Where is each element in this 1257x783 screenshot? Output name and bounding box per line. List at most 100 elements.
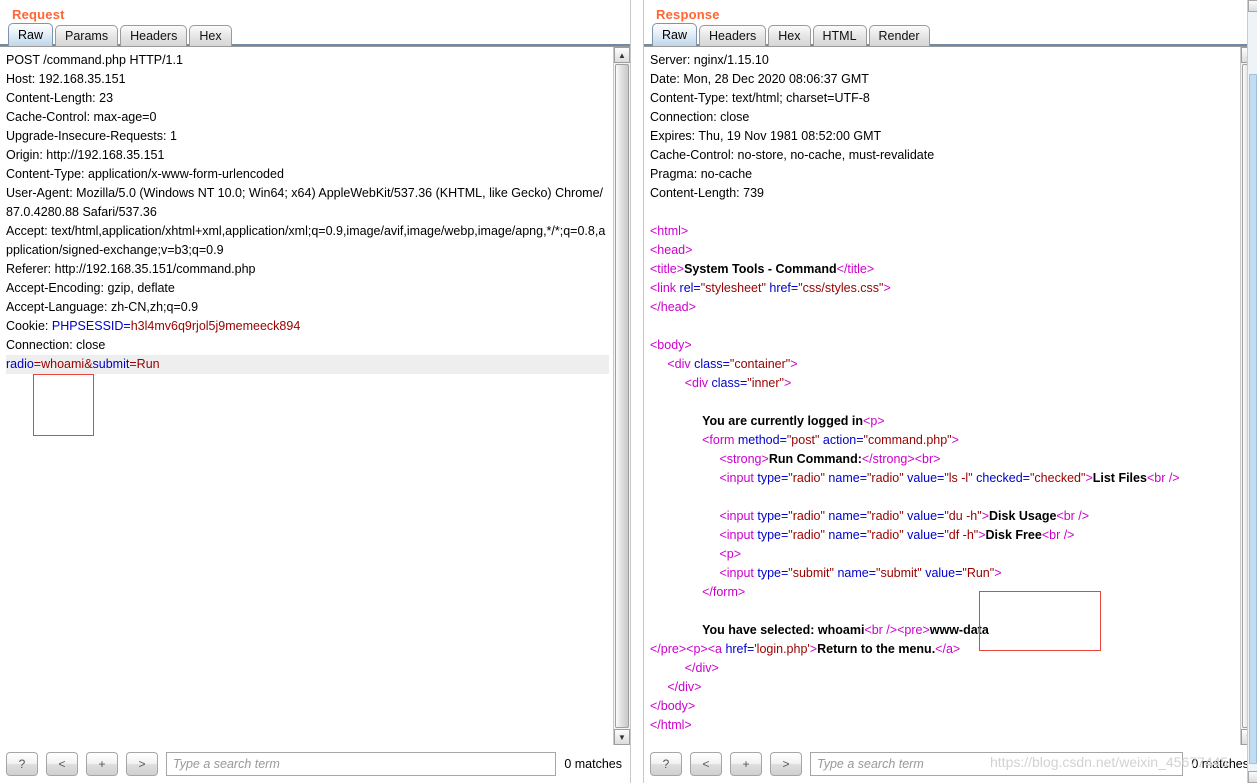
text-list-files: List Files xyxy=(1092,471,1147,485)
response-prev-match-button[interactable]: < xyxy=(690,752,722,776)
attr-name-submit: name= xyxy=(833,566,877,580)
tag-input-ls-bracket: > xyxy=(1085,471,1093,485)
tab-response-render[interactable]: Render xyxy=(868,25,930,46)
tag-form-bracket: > xyxy=(951,433,959,447)
tag-pre-close: </pre> xyxy=(650,642,687,656)
attr-type-df: type= xyxy=(753,528,789,542)
tag-input-du-bracket: > xyxy=(981,509,990,523)
response-panel-title: Response xyxy=(656,7,720,22)
tab-request-params[interactable]: Params xyxy=(55,25,119,46)
scroll-up-icon[interactable]: ▲ xyxy=(614,47,630,63)
tag-p-2: <p> xyxy=(719,547,742,561)
tab-request-headers[interactable]: Headers xyxy=(120,25,188,46)
tag-input-submit: <input xyxy=(719,566,754,580)
tag-div-inner-open: <div xyxy=(684,376,709,390)
response-next-match-button[interactable]: > xyxy=(770,752,802,776)
request-next-match-button[interactable]: > xyxy=(126,752,158,776)
tag-form-open: <form xyxy=(702,433,735,447)
request-prev-match-button[interactable]: < xyxy=(46,752,78,776)
tag-input-ls: <input xyxy=(719,471,754,485)
pane-splitter[interactable] xyxy=(630,0,644,783)
request-help-button[interactable]: ? xyxy=(6,752,38,776)
val-method-post: "post" xyxy=(786,433,820,447)
val-href: "css/styles.css" xyxy=(798,281,884,295)
tab-request-hex[interactable]: Hex xyxy=(189,25,232,46)
val-class-container: "container" xyxy=(729,357,791,371)
tag-head-close: </head> xyxy=(650,300,696,314)
attr-value-ls: value= xyxy=(903,471,945,485)
attr-value-df: value= xyxy=(903,528,945,542)
tag-p-1: <p> xyxy=(863,414,885,428)
tab-request-raw[interactable]: Raw xyxy=(8,23,54,46)
request-vertical-scrollbar[interactable]: ▲ ▼ xyxy=(613,47,630,745)
tag-title-close: </title> xyxy=(836,262,875,276)
request-tabstrip: Raw Params Headers Hex xyxy=(0,20,630,46)
attr-method: method= xyxy=(734,433,787,447)
response-help-button[interactable]: ? xyxy=(650,752,682,776)
tag-body-close: </body> xyxy=(650,699,696,713)
request-add-search-button[interactable]: + xyxy=(86,752,118,776)
tab-response-raw[interactable]: Raw xyxy=(652,23,698,46)
attr-name-du: name= xyxy=(824,509,867,523)
response-editor-content[interactable]: Server: nginx/1.15.10 Date: Mon, 28 Dec … xyxy=(644,47,1240,745)
window-vertical-scrollbar[interactable] xyxy=(1247,0,1257,783)
response-search-bar: ? < + > 0 matches https://blog.csdn.net/… xyxy=(644,745,1257,783)
tab-response-headers[interactable]: Headers xyxy=(699,25,767,46)
attr-rel: rel= xyxy=(676,281,701,295)
tab-response-html[interactable]: HTML xyxy=(812,25,867,46)
text-www-data: www-data xyxy=(929,623,989,637)
cookie-name: PHPSESSID xyxy=(51,319,124,333)
attr-value-submit: value= xyxy=(921,566,963,580)
tag-input-df: <input xyxy=(719,528,754,542)
attr-checked: checked= xyxy=(972,471,1030,485)
attr-name-ls: name= xyxy=(824,471,867,485)
tag-div-container-bracket: > xyxy=(790,357,798,371)
attr-class-container: class= xyxy=(690,357,730,371)
request-editor-content[interactable]: POST /command.php HTTP/1.1 Host: 192.168… xyxy=(0,47,613,745)
attr-type-ls: type= xyxy=(753,471,789,485)
body-eq-2: = xyxy=(129,357,137,371)
tag-title-open: <title> xyxy=(650,262,685,276)
tag-a-bracket: > xyxy=(809,642,818,656)
request-panel-title: Request xyxy=(12,7,65,22)
tab-response-hex[interactable]: Hex xyxy=(768,25,811,46)
val-ls: "ls -l" xyxy=(944,471,973,485)
response-match-count: 0 matches xyxy=(1191,757,1249,771)
scroll-down-icon[interactable]: ▼ xyxy=(614,729,630,745)
body-param-radio-value: whoami xyxy=(41,357,85,371)
response-tabstrip: Raw Headers Hex HTML Render xyxy=(644,20,1257,46)
request-pane: Request Raw Params Headers Hex POST /com… xyxy=(0,0,630,783)
response-pane: Response Raw Headers Hex HTML Render Ser… xyxy=(644,0,1257,783)
attr-href: href= xyxy=(765,281,799,295)
attr-action: action= xyxy=(819,433,864,447)
response-search-input[interactable] xyxy=(810,752,1184,776)
window-scroll-up-icon[interactable] xyxy=(1248,0,1257,12)
response-raw-text: Server: nginx/1.15.10 Date: Mon, 28 Dec … xyxy=(646,49,1240,735)
val-checked: "checked" xyxy=(1030,471,1086,485)
window-scroll-down-icon[interactable] xyxy=(1248,771,1257,783)
val-name-radio-df: "radio" xyxy=(867,528,904,542)
request-editor[interactable]: POST /command.php HTTP/1.1 Host: 192.168… xyxy=(0,46,630,745)
cookie-value: h3l4mv6q9rjol5j9memeeck894 xyxy=(130,319,301,333)
val-name-radio-ls: "radio" xyxy=(867,471,904,485)
tag-html-close: </html> xyxy=(650,718,692,732)
attr-href-login: href= xyxy=(721,642,755,656)
tag-input-submit-bracket: > xyxy=(994,566,1002,580)
window-scrollbar-thumb[interactable] xyxy=(1249,74,1257,764)
val-href-login: 'login.php' xyxy=(754,642,810,656)
request-search-input[interactable] xyxy=(166,752,557,776)
attr-value-du: value= xyxy=(903,509,945,523)
val-type-radio-ls: "radio" xyxy=(788,471,825,485)
burp-suite-request-response-view: Request Raw Params Headers Hex POST /com… xyxy=(0,0,1257,783)
tag-br-2: <br /> xyxy=(1146,471,1180,485)
tag-div-inner-bracket: > xyxy=(783,376,792,390)
val-name-radio-du: "radio" xyxy=(867,509,904,523)
request-scrollbar-thumb[interactable] xyxy=(615,64,629,728)
tag-div-container-open: <div xyxy=(667,357,691,371)
cookie-eq: = xyxy=(123,319,131,333)
response-headers-text: Server: nginx/1.15.10 Date: Mon, 28 Dec … xyxy=(650,53,935,200)
tag-input-du: <input xyxy=(719,509,754,523)
response-add-search-button[interactable]: + xyxy=(730,752,762,776)
body-param-radio-name: radio xyxy=(6,357,34,371)
response-editor[interactable]: Server: nginx/1.15.10 Date: Mon, 28 Dec … xyxy=(644,46,1257,745)
